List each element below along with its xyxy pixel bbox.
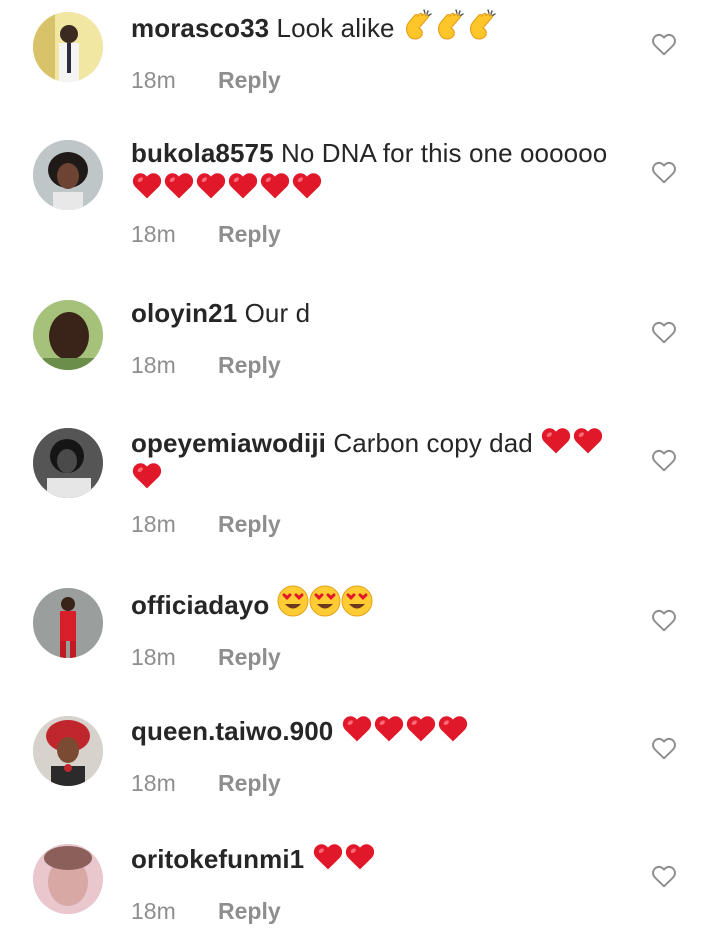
clap-emoji-icon [437, 9, 464, 40]
clap-emoji-icon [405, 9, 432, 40]
heart-emoji-icon [438, 716, 467, 742]
heart-eyes-emoji-icon [341, 585, 373, 617]
heart-emoji-icon [132, 463, 162, 489]
comment-meta: 18m Reply [131, 769, 631, 797]
heart-emoji-icon [342, 716, 371, 742]
clap-emoji-group [402, 9, 498, 43]
comment-username[interactable]: oloyin21 [131, 298, 237, 328]
heart-eyes-emoji-icon [309, 585, 341, 617]
heart-emoji-group [312, 844, 376, 874]
avatar[interactable] [33, 716, 103, 786]
heart-emoji-icon [164, 173, 194, 199]
heart-outline-icon[interactable] [651, 320, 677, 344]
comment-meta: 18m Reply [131, 643, 631, 671]
comment-text: morasco33 Look alike [131, 8, 631, 45]
heart-emoji-icon [132, 173, 162, 199]
heart-emoji-icon [345, 844, 374, 870]
heart-emoji-icon [542, 428, 571, 454]
reply-button[interactable]: Reply [218, 352, 281, 378]
comment-username[interactable]: bukola8575 [131, 138, 274, 168]
comment-time: 18m [131, 67, 176, 93]
heart-emoji-icon [313, 844, 342, 870]
comment-text: oritokefunmi1 [131, 841, 631, 876]
comment-meta: 18m Reply [131, 510, 631, 538]
heart-emoji-icon [374, 716, 403, 742]
avatar[interactable] [33, 844, 103, 914]
reply-button[interactable]: Reply [218, 770, 281, 796]
avatar[interactable] [33, 12, 103, 82]
heart-emoji-icon [260, 173, 290, 199]
comment-meta: 18m Reply [131, 351, 631, 379]
heart-emoji-group [341, 716, 469, 746]
comment-username[interactable]: opeyemiawodiji [131, 428, 326, 458]
heart-emoji-icon [406, 716, 435, 742]
comment-text: officiadayo [131, 585, 631, 622]
heart-emoji-icon [228, 173, 258, 199]
comment-username[interactable]: queen.taiwo.900 [131, 716, 333, 746]
comment-meta: 18m Reply [131, 220, 631, 248]
comment-username[interactable]: officiadayo [131, 590, 269, 620]
comment-message: Carbon copy dad [333, 428, 533, 458]
comment-time: 18m [131, 770, 176, 796]
reply-button[interactable]: Reply [218, 644, 281, 670]
comment-message: No DNA for this one oooooo [280, 138, 608, 168]
heart-emoji-icon [196, 173, 226, 199]
comment-text: bukola8575 No DNA for this one oooooo [131, 137, 631, 205]
comment-time: 18m [131, 898, 176, 924]
comment-message: Our d [244, 298, 311, 328]
heart-outline-icon[interactable] [651, 32, 677, 56]
heart-outline-icon[interactable] [651, 608, 677, 632]
comment-time: 18m [131, 352, 176, 378]
comment-username[interactable]: oritokefunmi1 [131, 844, 304, 874]
comment-text: queen.taiwo.900 [131, 713, 631, 748]
heart-outline-icon[interactable] [651, 736, 677, 760]
heart-eyes-emoji-icon [277, 585, 309, 617]
comment-username[interactable]: morasco33 [131, 13, 269, 43]
reply-button[interactable]: Reply [218, 511, 281, 537]
reply-button[interactable]: Reply [218, 67, 281, 93]
heart-emoji-icon [574, 428, 603, 454]
comment-message: Look alike [276, 13, 395, 43]
reply-button[interactable]: Reply [218, 221, 281, 247]
comment-time: 18m [131, 644, 176, 670]
avatar[interactable] [33, 428, 103, 498]
heart-emoji-icon [292, 173, 322, 199]
heart-outline-icon[interactable] [651, 160, 677, 184]
heart-outline-icon[interactable] [651, 864, 677, 888]
heart-eyes-emoji-group [277, 585, 373, 620]
reply-button[interactable]: Reply [218, 898, 281, 924]
heart-emoji-group [131, 173, 323, 203]
comment-text: opeyemiawodiji Carbon copy dad [131, 425, 631, 495]
comment-text: oloyin21 Our d [131, 297, 631, 330]
comment-time: 18m [131, 221, 176, 247]
clap-emoji-icon [469, 9, 496, 40]
comment-time: 18m [131, 511, 176, 537]
comment-meta: 18m Reply [131, 66, 631, 94]
avatar[interactable] [33, 140, 103, 210]
heart-outline-icon[interactable] [651, 448, 677, 472]
comment-meta: 18m Reply [131, 897, 631, 925]
avatar[interactable] [33, 300, 103, 370]
avatar[interactable] [33, 588, 103, 658]
